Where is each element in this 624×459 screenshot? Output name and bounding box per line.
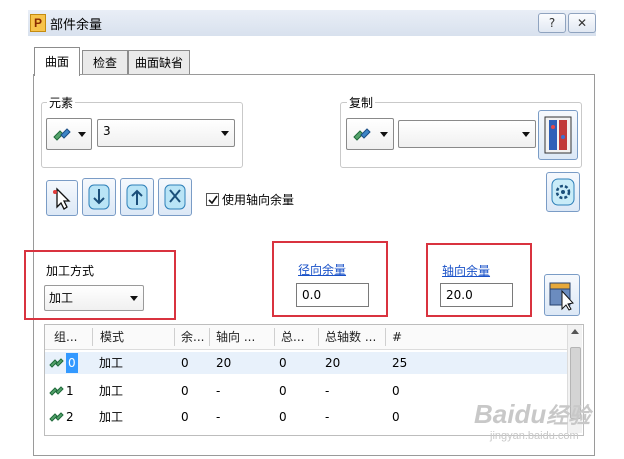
machining-dropdown[interactable]: 加工 — [44, 285, 144, 311]
row-allowance: 0 — [181, 410, 189, 424]
header-divider — [274, 328, 275, 346]
col-header-total[interactable]: 总... — [281, 326, 304, 348]
surface-selector-dropdown[interactable] — [46, 118, 92, 150]
row-axial: - — [216, 410, 221, 424]
table-row[interactable]: 0 加工 0 20 0 20 25 — [45, 352, 567, 374]
row-total-axial: - — [325, 384, 330, 398]
remove-button[interactable] — [158, 178, 192, 216]
surface-group-icon — [49, 412, 64, 422]
material-preset-icon — [544, 116, 572, 154]
window-title: 部件余量 — [50, 18, 103, 33]
chevron-down-icon — [380, 132, 388, 137]
tab-surface[interactable]: 曲面 — [34, 47, 80, 76]
use-axial-checkbox[interactable] — [206, 193, 219, 206]
cursor-select-icon — [53, 187, 71, 210]
settings-button[interactable] — [546, 172, 580, 212]
surface-icon — [353, 128, 371, 141]
col-header-count[interactable]: # — [392, 326, 402, 348]
arrow-down-icon — [88, 184, 110, 210]
row-total-axial: 20 — [325, 356, 341, 370]
apply-cursor-icon — [549, 282, 574, 311]
row-allowance: 0 — [181, 384, 189, 398]
chevron-down-icon — [78, 132, 86, 137]
watermark-url: jingyan.baidu.com — [490, 430, 579, 442]
chevron-down-icon — [130, 296, 138, 301]
apply-button[interactable] — [544, 274, 580, 316]
axial-allowance-link[interactable]: 轴向余量 — [442, 262, 490, 279]
axial-allowance-input[interactable]: 20.0 — [440, 283, 513, 307]
copy-preset-button[interactable] — [538, 110, 578, 160]
gear-icon — [551, 178, 575, 206]
row-count: 0 — [392, 384, 400, 398]
row-group: 0 — [66, 353, 78, 373]
machining-value: 加工 — [49, 291, 74, 305]
row-total-axial: - — [325, 410, 330, 424]
header-divider — [385, 328, 386, 346]
use-axial-label: 使用轴向余量 — [222, 193, 295, 207]
chevron-down-icon — [522, 132, 530, 137]
header-divider — [92, 328, 93, 346]
col-header-group[interactable]: 组... — [54, 326, 77, 348]
row-total: 0 — [279, 384, 287, 398]
radial-allowance-input[interactable]: 0.0 — [296, 283, 369, 307]
radial-allowance-link[interactable]: 径向余量 — [298, 261, 346, 278]
watermark-logo: Baidu经验 — [474, 399, 591, 429]
chevron-down-icon — [221, 131, 229, 136]
row-count: 0 — [392, 410, 400, 424]
copy-combo[interactable] — [398, 120, 536, 148]
col-header-mode[interactable]: 模式 — [100, 326, 124, 348]
window-title-bar: P 部件余量 ? ✕ — [28, 10, 596, 36]
app-logo-icon: P — [30, 14, 46, 32]
row-mode: 加工 — [99, 410, 124, 424]
tab-surface-default[interactable]: 曲面缺省 — [128, 50, 190, 75]
header-divider — [318, 328, 319, 346]
row-allowance: 0 — [181, 356, 189, 370]
row-total: 0 — [279, 410, 287, 424]
copy-group-label: 复制 — [347, 94, 376, 111]
row-total: 0 — [279, 356, 287, 370]
move-down-button[interactable] — [82, 178, 116, 216]
surface-group-icon — [49, 358, 64, 368]
row-group: 2 — [66, 410, 74, 424]
scissors-icon — [164, 184, 186, 210]
scroll-up-icon[interactable] — [571, 329, 579, 334]
element-group-label: 元素 — [47, 94, 76, 111]
row-count: 25 — [392, 356, 408, 370]
header-divider — [209, 328, 210, 346]
col-header-axial[interactable]: 轴向 ... — [216, 326, 255, 348]
row-axial: - — [216, 384, 221, 398]
col-header-total-axial[interactable]: 总轴数 ... — [325, 326, 376, 348]
col-header-allowance[interactable]: 余... — [181, 326, 204, 348]
row-mode: 加工 — [99, 356, 124, 370]
row-mode: 加工 — [99, 384, 124, 398]
header-divider — [174, 328, 175, 346]
tab-check[interactable]: 检查 — [82, 50, 128, 75]
check-icon — [208, 195, 218, 205]
close-button[interactable]: ✕ — [568, 13, 596, 33]
element-combo-value: 3 — [103, 124, 111, 138]
arrow-up-icon — [126, 184, 148, 210]
row-axial: 20 — [216, 356, 232, 370]
surface-group-icon — [49, 386, 64, 396]
copy-surface-selector-dropdown[interactable] — [346, 118, 394, 150]
move-up-button[interactable] — [120, 178, 154, 216]
row-group: 1 — [66, 384, 74, 398]
element-combo[interactable]: 3 — [97, 119, 235, 147]
surface-icon — [53, 128, 71, 141]
machining-label: 加工方式 — [46, 264, 95, 278]
pick-surface-button[interactable] — [46, 180, 78, 216]
help-button[interactable]: ? — [538, 13, 566, 33]
